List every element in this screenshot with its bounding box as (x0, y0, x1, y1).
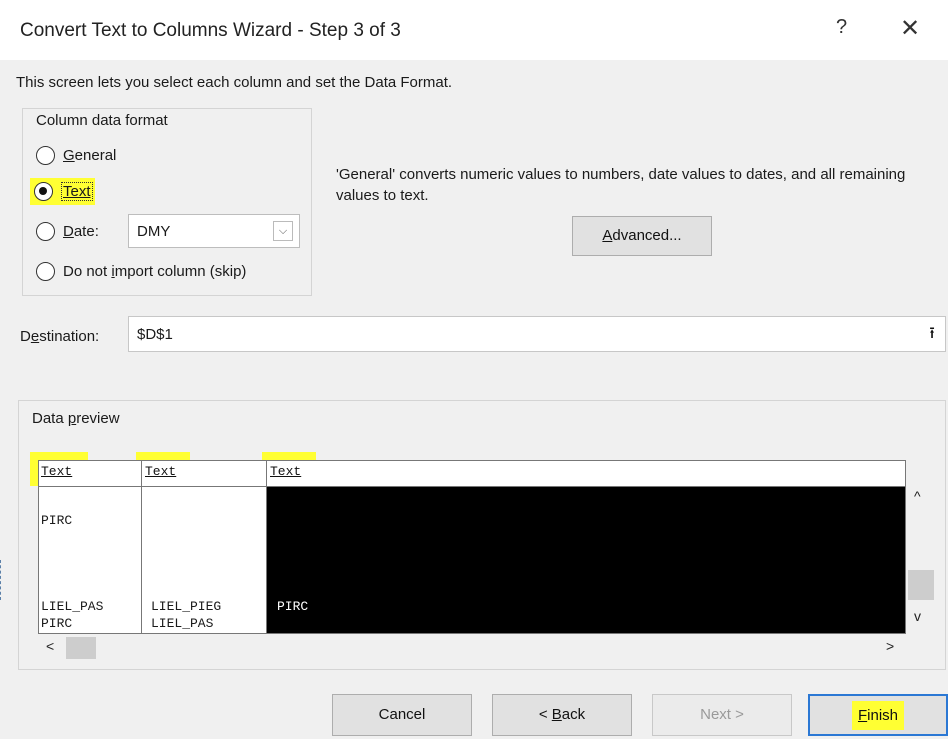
vertical-scroll-thumb[interactable] (908, 570, 934, 600)
date-format-value: DMY (137, 223, 171, 240)
title-bar: Convert Text to Columns Wizard - Step 3 … (0, 0, 948, 60)
preview-cell: PIRC (41, 513, 73, 528)
column-separator (141, 461, 142, 633)
preview-horizontal-scrollbar[interactable]: < > (38, 634, 906, 660)
back-button[interactable]: < Back (492, 694, 632, 736)
destination-value: $D$1 (137, 326, 173, 343)
wizard-dialog: Convert Text to Columns Wizard - Step 3 … (0, 0, 948, 739)
intro-text: This screen lets you select each column … (16, 74, 453, 91)
scroll-up-icon[interactable]: ^ (914, 488, 921, 504)
radio-general-label: General (63, 147, 117, 164)
data-preview-grid[interactable]: Text Text Text PIRC LIEL_PAS LIEL_PIEG P… (38, 460, 906, 634)
dialog-title: Convert Text to Columns Wizard - Step 3 … (20, 20, 401, 41)
next-button[interactable]: Next > (652, 694, 792, 736)
chevron-down-icon[interactable]: ⌵ (273, 221, 293, 241)
radio-skip-indicator[interactable] (36, 262, 55, 281)
radio-general[interactable]: General (36, 146, 116, 165)
radio-text[interactable]: Text (30, 178, 95, 205)
radio-general-indicator[interactable] (36, 146, 55, 165)
destination-input[interactable]: $D$1 (128, 316, 946, 352)
radio-text-indicator[interactable] (34, 182, 53, 201)
radio-date-indicator[interactable] (36, 222, 55, 241)
preview-header-cell[interactable]: Text (268, 464, 303, 479)
preview-vertical-scrollbar[interactable]: ^ v (906, 484, 936, 634)
preview-cell: LIEL_PAS (41, 599, 104, 614)
preview-header-cell[interactable]: Text (143, 464, 178, 479)
radio-skip-label: Do not import column (skip) (63, 263, 247, 280)
radio-date-label: Date: (63, 223, 99, 240)
destination-label: Destination: (20, 328, 100, 345)
format-info-text: 'General' converts numeric values to num… (336, 166, 906, 204)
close-button[interactable]: ✕ (900, 14, 920, 43)
collapse-dialog-icon[interactable]: ⭱ (920, 320, 944, 348)
scroll-left-icon[interactable]: < (46, 638, 54, 654)
data-preview-legend: Data preview (28, 410, 124, 427)
radio-text-label: Text (61, 182, 93, 201)
horizontal-scroll-thumb[interactable] (66, 637, 96, 659)
column-data-format-legend: Column data format (32, 112, 172, 129)
radio-date[interactable]: Date: (36, 222, 99, 241)
scroll-right-icon[interactable]: > (886, 638, 894, 654)
preview-cell: LIEL_PIEG (151, 599, 222, 614)
preview-cell: PIRC (277, 599, 309, 614)
scroll-down-icon[interactable]: v (914, 608, 921, 624)
preview-cell: LIEL_PAS (151, 616, 214, 631)
advanced-button[interactable]: Advanced... (572, 216, 712, 256)
finish-button[interactable]: Finish (808, 694, 948, 736)
help-button[interactable]: ? (836, 16, 847, 39)
selected-column-fill (267, 486, 905, 633)
preview-cell: PIRC (41, 616, 73, 631)
cancel-button[interactable]: Cancel (332, 694, 472, 736)
preview-header-cell[interactable]: Text (39, 464, 74, 479)
radio-skip[interactable]: Do not import column (skip) (36, 262, 246, 281)
date-format-select[interactable]: DMY ⌵ (128, 214, 300, 248)
window-edge-marker (0, 560, 4, 600)
column-separator (266, 461, 267, 633)
